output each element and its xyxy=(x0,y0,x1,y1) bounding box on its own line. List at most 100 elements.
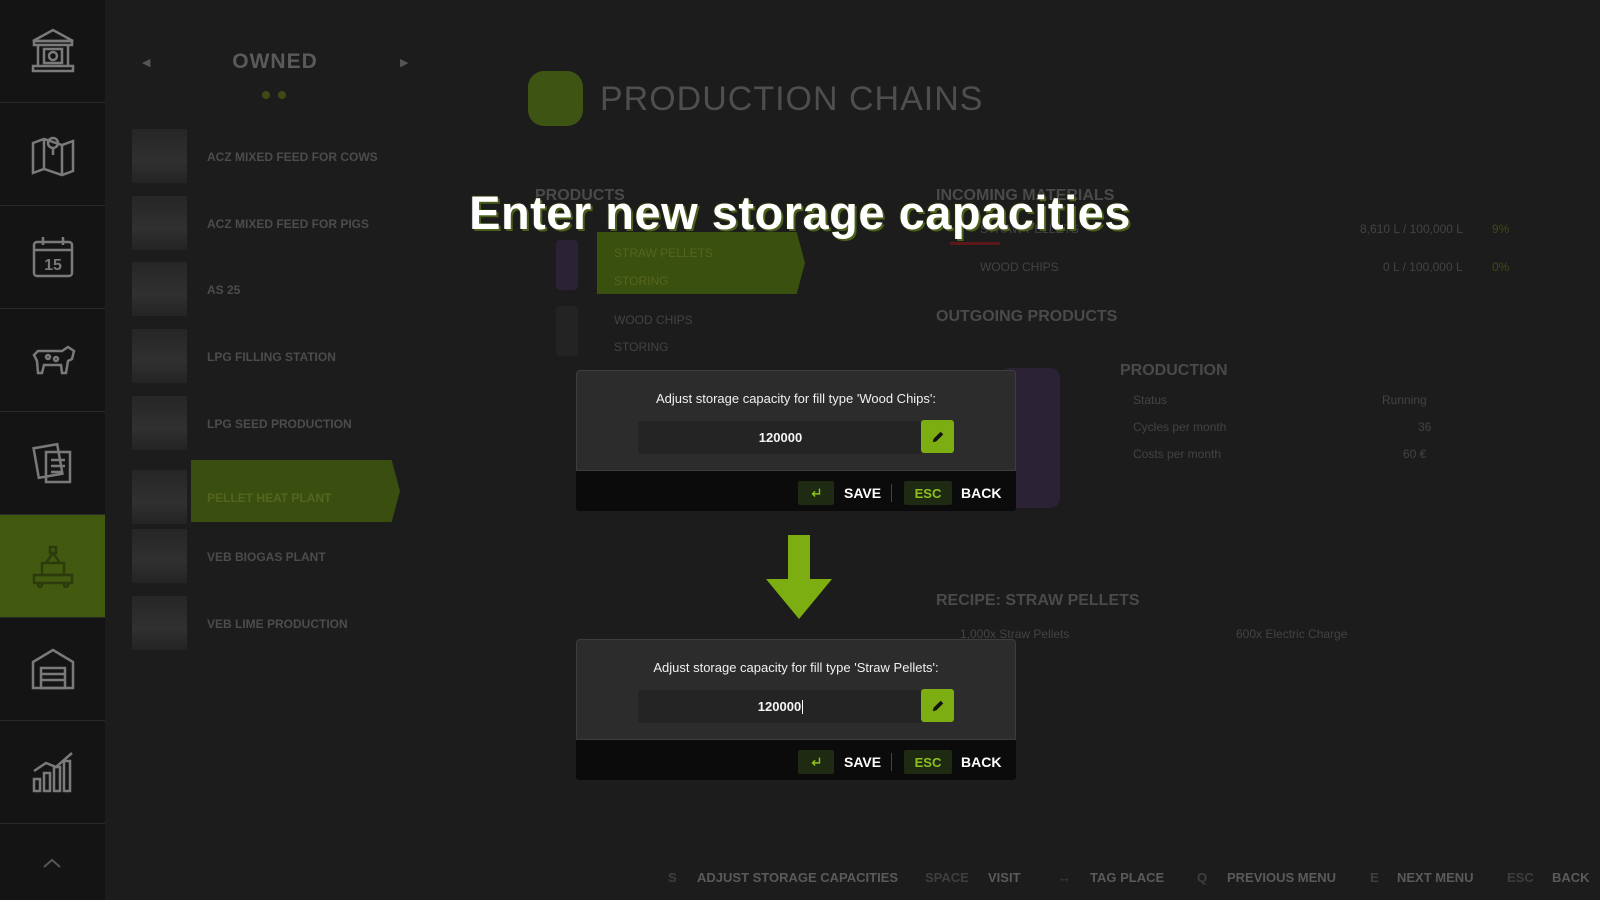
hint-back[interactable]: BACK xyxy=(1552,870,1590,885)
production-row-value: Running xyxy=(1382,393,1427,407)
next-page-arrow-icon[interactable]: ▶ xyxy=(400,56,408,69)
finances-tab[interactable] xyxy=(0,0,105,103)
production-thumbnail xyxy=(132,329,187,383)
svg-text:15: 15 xyxy=(44,257,62,274)
bank-icon xyxy=(31,28,74,73)
save-button[interactable]: SAVE xyxy=(844,485,881,501)
production-thumbnail xyxy=(132,529,187,583)
edit-button[interactable] xyxy=(921,689,954,722)
dialog-message: Adjust storage capacity for fill type 'S… xyxy=(653,660,939,675)
list-item-label: AS 25 xyxy=(207,283,241,297)
esc-key-badge[interactable]: ESC xyxy=(904,750,952,774)
product-name: STRAW PELLETS xyxy=(614,246,713,260)
production-chains-icon xyxy=(528,71,583,126)
pencil-icon xyxy=(932,700,943,711)
production-row-label: Status xyxy=(1133,393,1168,407)
production-heading: PRODUCTION xyxy=(1120,362,1228,379)
enter-key-icon xyxy=(811,757,821,766)
list-item[interactable]: VEB LIME PRODUCTION xyxy=(132,596,402,652)
save-button[interactable]: SAVE xyxy=(844,754,881,770)
enter-key-badge[interactable] xyxy=(798,481,834,505)
hint-key: Q xyxy=(1197,870,1208,885)
edit-button[interactable] xyxy=(921,420,954,453)
capacity-value: 120000 xyxy=(758,430,803,445)
list-item[interactable]: VEB BIOGAS PLANT xyxy=(132,529,402,585)
list-item-label: VEB BIOGAS PLANT xyxy=(207,550,326,564)
list-item[interactable]: AS 25 xyxy=(132,262,402,318)
battery-icon xyxy=(556,240,578,290)
hint-key: ESC xyxy=(1507,870,1534,885)
list-item-label: ACZ MIXED FEED FOR COWS xyxy=(207,150,378,164)
contracts-icon xyxy=(31,442,71,484)
page-title: PRODUCTION CHAINS xyxy=(600,80,984,118)
production-tab[interactable] xyxy=(0,515,105,618)
production-icon xyxy=(32,545,73,589)
hint-key: ↔ xyxy=(1058,870,1071,885)
hint-previous-menu[interactable]: PREVIOUS MENU xyxy=(1227,870,1336,885)
overlay-headline: Enter new storage capacities xyxy=(469,186,1131,239)
production-thumbnail xyxy=(132,262,187,316)
contracts-tab[interactable] xyxy=(0,412,105,515)
hint-visit[interactable]: VISIT xyxy=(988,870,1021,885)
production-thumbnail xyxy=(132,129,187,183)
dialog-message: Adjust storage capacity for fill type 'W… xyxy=(655,391,937,406)
incoming-name: WOOD CHIPS xyxy=(980,260,1059,274)
recipe-output: 600x Electric Charge xyxy=(1236,627,1348,641)
capacity-value: 120000 xyxy=(757,699,802,714)
page-indicator xyxy=(262,86,294,104)
enter-key-icon xyxy=(811,488,821,497)
product-status: STORING xyxy=(614,274,669,288)
garage-tab[interactable] xyxy=(0,618,105,721)
list-title: OWNED xyxy=(232,50,318,73)
incoming-amount: 0 L / 100,000 L xyxy=(1383,260,1463,274)
production-row-value: 36 xyxy=(1418,420,1432,434)
list-item[interactable]: ACZ MIXED FEED FOR COWS xyxy=(132,129,402,185)
production-row-label: Cycles per month xyxy=(1133,420,1227,434)
collapse-chevron-icon[interactable] xyxy=(42,855,62,868)
down-arrow-icon xyxy=(764,535,834,619)
battery-icon xyxy=(556,306,578,356)
enter-key-badge[interactable] xyxy=(798,750,834,774)
cow-icon xyxy=(31,345,75,375)
recipe-heading: RECIPE: STRAW PELLETS xyxy=(936,592,1140,609)
side-nav-rail: 15 xyxy=(0,0,105,900)
hint-adjust-storage[interactable]: ADJUST STORAGE CAPACITIES xyxy=(697,870,898,885)
statistics-tab[interactable] xyxy=(0,721,105,824)
production-thumbnail xyxy=(132,470,187,524)
outgoing-heading: OUTGOING PRODUCTS xyxy=(936,308,1118,325)
animals-tab[interactable] xyxy=(0,309,105,412)
list-item-label: LPG SEED PRODUCTION xyxy=(207,417,352,431)
storage-capacity-dialog: Adjust storage capacity for fill type 'W… xyxy=(576,370,1016,511)
list-item[interactable]: LPG SEED PRODUCTION xyxy=(132,396,402,452)
production-row-value: 60 € xyxy=(1403,447,1427,461)
text-cursor xyxy=(802,699,804,714)
product-name: WOOD CHIPS xyxy=(614,313,693,327)
hint-key: SPACE xyxy=(925,870,969,885)
hint-tag-place[interactable]: TAG PLACE xyxy=(1090,870,1164,885)
divider xyxy=(891,484,892,502)
list-item-label: PELLET HEAT PLANT xyxy=(207,491,332,505)
production-thumbnail xyxy=(132,396,187,450)
hint-next-menu[interactable]: NEXT MENU xyxy=(1397,870,1474,885)
divider xyxy=(891,753,892,771)
storage-capacity-dialog: Adjust storage capacity for fill type 'S… xyxy=(576,639,1016,780)
list-item-label: VEB LIME PRODUCTION xyxy=(207,617,348,631)
map-icon xyxy=(31,136,74,177)
capacity-input[interactable]: 120000 xyxy=(638,690,923,723)
list-item-label: LPG FILLING STATION xyxy=(207,350,336,364)
production-thumbnail xyxy=(132,596,187,650)
product-status: STORING xyxy=(614,340,669,354)
back-button[interactable]: BACK xyxy=(961,485,1001,501)
fill-level-bar xyxy=(950,242,1000,245)
garage-icon xyxy=(31,648,74,690)
list-item[interactable]: LPG FILLING STATION xyxy=(132,329,402,385)
input-hint-bar: S ADJUST STORAGE CAPACITIES SPACE VISIT … xyxy=(0,870,1600,894)
list-item-selected[interactable]: PELLET HEAT PLANT xyxy=(132,460,402,526)
esc-key-badge[interactable]: ESC xyxy=(904,481,952,505)
back-button[interactable]: BACK xyxy=(961,754,1001,770)
hint-key: E xyxy=(1370,870,1379,885)
stats-icon xyxy=(32,752,73,793)
capacity-input[interactable]: 120000 xyxy=(638,421,923,454)
incoming-percent: 0% xyxy=(1492,260,1510,274)
pencil-icon xyxy=(932,431,943,442)
